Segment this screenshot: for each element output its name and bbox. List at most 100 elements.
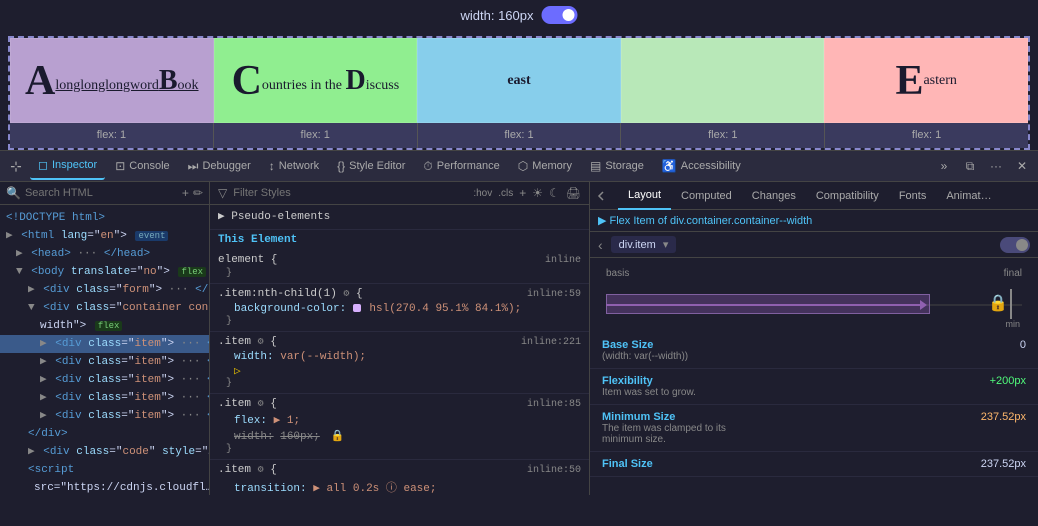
pseudo-cls-btn[interactable]: .cls	[498, 188, 513, 199]
search-icon: 🔍	[6, 186, 21, 200]
flex-item-breadcrumb: ▶ Flex Item of div.container.container--…	[590, 210, 1038, 232]
styles-content: ▶ Pseudo-elements This Element element {…	[210, 205, 589, 495]
tab-storage[interactable]: ▤ Storage	[582, 152, 652, 180]
flex-label-4: flex: 1	[621, 123, 825, 148]
tab-performance[interactable]: ⏱ Performance	[415, 152, 507, 180]
pick-element-btn[interactable]: ✏	[193, 186, 203, 200]
search-html-input[interactable]	[25, 187, 178, 199]
html-item-5[interactable]: ▶ <div class="item"> ··· </div>	[0, 407, 209, 425]
layout-tab-animat[interactable]: Animat…	[936, 182, 1001, 210]
accessibility-icon: ♿	[662, 159, 677, 173]
html-doctype[interactable]: <!DOCTYPE html>	[0, 209, 209, 227]
flex-item-2: Countries in the Discuss	[214, 38, 418, 123]
layout-tab-compat[interactable]: Compatibility	[806, 182, 889, 210]
html-item-3[interactable]: ▶ <div class="item"> ··· </div>	[0, 371, 209, 389]
layout-nav-back[interactable]	[590, 182, 618, 210]
rule-nth-child: .item:nth-child(1) ⚙ { inline:59 backgro…	[210, 284, 589, 332]
dock-btn[interactable]: ⧉	[958, 154, 982, 178]
tab-accessibility[interactable]: ♿ Accessibility	[654, 152, 749, 180]
width-label: width: 160px	[461, 8, 534, 23]
add-rule-btn[interactable]: +	[519, 186, 526, 200]
width-indicator: width: 160px	[461, 6, 578, 24]
html-close-div[interactable]: </div>	[0, 425, 209, 443]
gear-nth-child[interactable]: ⚙	[343, 289, 349, 300]
tab-style-editor[interactable]: {} Style Editor	[329, 152, 413, 180]
nav-prev[interactable]: ‹	[598, 237, 603, 253]
rule-item-transition: .item ⚙ { inline:50 transition: ▶ all 0.…	[210, 460, 589, 495]
rule-item-width: .item ⚙ { inline:221 width: var(--width)…	[210, 332, 589, 394]
flex-item-5: Eastern	[824, 38, 1028, 123]
flex-item-label: ▶ Flex Item of div.container.container--…	[598, 214, 812, 227]
flex-label-2: flex: 1	[214, 123, 418, 148]
html-head[interactable]: ▶ <head> ··· </head>	[0, 245, 209, 263]
html-body[interactable]: ▼ <body translate="no"> flex	[0, 263, 209, 281]
gear-item-transition[interactable]: ⚙	[258, 465, 264, 476]
flex-label-5: flex: 1	[825, 123, 1028, 148]
tab-accessibility-label: Accessibility	[681, 160, 741, 172]
filter-styles-input[interactable]	[233, 187, 467, 199]
layout-subtabs: Layout Computed Changes Compatibility Fo…	[618, 182, 1038, 210]
min-label: min	[1005, 319, 1020, 329]
inspector-picker-btn[interactable]: ⊹	[4, 154, 28, 178]
flex-items-row: AlonglonglongwordBook Countries in the D…	[10, 38, 1028, 123]
html-script-src[interactable]: src="https://cdnjs.cloudfl…	[0, 479, 209, 495]
html-item-2[interactable]: ▶ <div class="item"> ··· </div>	[0, 353, 209, 371]
current-element-badge[interactable]: div.item ▾	[611, 236, 677, 253]
tab-performance-label: Performance	[437, 160, 500, 172]
rule-item-transition-prop: transition: ▶ all 0.2s ⓘ ease;	[218, 478, 581, 495]
tab-network[interactable]: ↕ Network	[261, 152, 327, 180]
layout-tab-changes[interactable]: Changes	[742, 182, 806, 210]
flex-diagram: basis final 🔒 min	[590, 258, 1038, 333]
rule-item-width-strike: width: 160px; 🔒	[218, 428, 581, 444]
more-tabs-btn[interactable]: »	[932, 154, 956, 178]
cursor-indicator: ▷	[218, 364, 581, 378]
html-form-div[interactable]: ▶ <div class="form"> ··· </div>	[0, 281, 209, 299]
this-element-header: This Element	[210, 230, 589, 250]
tab-console[interactable]: ⊡ Console	[107, 152, 177, 180]
panel-toggle[interactable]	[1000, 237, 1030, 253]
dark-mode-btn[interactable]: ☾	[549, 186, 560, 200]
toggle-switch[interactable]	[542, 6, 578, 24]
html-panel: 🔍 + ✏ <!DOCTYPE html> ▶ <html lang="en">…	[0, 182, 210, 495]
network-icon: ↕	[269, 159, 275, 173]
tab-memory[interactable]: ⬡ Memory	[510, 152, 580, 180]
inspector-icon: ◻	[38, 158, 48, 172]
html-html[interactable]: ▶ <html lang="en"> event	[0, 227, 209, 245]
prop-base-size: Base Size (width: var(--width)) 0	[590, 333, 1038, 369]
add-node-btn[interactable]: +	[182, 186, 189, 200]
flex-item-4	[621, 38, 825, 123]
print-mode-btn[interactable]: 🖨	[566, 186, 581, 200]
gear-item-flex[interactable]: ⚙	[258, 399, 264, 410]
tab-memory-label: Memory	[532, 160, 572, 172]
layout-tab-layout[interactable]: Layout	[618, 182, 671, 210]
flex-diagram-bar: 🔒 min	[606, 285, 1022, 325]
rule-item-flex-prop: flex: ▶ 1;	[218, 412, 581, 428]
styles-toolbar: ▽ :hov .cls + ☀ ☾ 🖨	[210, 182, 589, 205]
html-item-1[interactable]: ▶ <div class="item"> ··· </d	[0, 335, 209, 353]
layout-tab-fonts[interactable]: Fonts	[889, 182, 937, 210]
devtools-toolbar: ⊹ ◻ Inspector ⊡ Console ⏭ Debugger ↕ Net…	[0, 150, 1038, 182]
tab-debugger[interactable]: ⏭ Debugger	[180, 152, 259, 180]
flex-label-1: flex: 1	[10, 123, 214, 148]
html-script-1[interactable]: <script	[0, 461, 209, 479]
html-code-div[interactable]: ▶ <div class="code" style="…none;"> ··· …	[0, 443, 209, 461]
html-container-width[interactable]: width"> flex	[0, 317, 209, 335]
more-options-btn[interactable]: ···	[984, 154, 1008, 178]
html-tree: <!DOCTYPE html> ▶ <html lang="en"> event…	[0, 205, 209, 495]
gear-item-width[interactable]: ⚙	[258, 337, 264, 348]
tab-style-editor-label: Style Editor	[349, 160, 405, 172]
close-btn[interactable]: ✕	[1010, 154, 1034, 178]
rule-item-width-prop: width: var(--width);	[218, 350, 581, 364]
tab-network-label: Network	[279, 160, 319, 172]
html-container-div[interactable]: ▼ <div class="container cont…	[0, 299, 209, 317]
override-icon: 🔒	[330, 431, 344, 443]
rule-item-flex: .item ⚙ { inline:85 flex: ▶ 1; width: 16…	[210, 394, 589, 460]
rule-nth-child-bg: background-color: hsl(270.4 95.1% 84.1%)…	[218, 302, 581, 316]
pseudo-hover-btn[interactable]: :hov	[473, 188, 492, 199]
flex-label-3: flex: 1	[418, 123, 622, 148]
tab-inspector[interactable]: ◻ Inspector	[30, 152, 105, 180]
html-item-4[interactable]: ▶ <div class="item"> ··· </div>	[0, 389, 209, 407]
layout-tab-computed[interactable]: Computed	[671, 182, 742, 210]
layout-panel: Layout Computed Changes Compatibility Fo…	[590, 182, 1038, 495]
light-mode-btn[interactable]: ☀	[532, 186, 543, 200]
